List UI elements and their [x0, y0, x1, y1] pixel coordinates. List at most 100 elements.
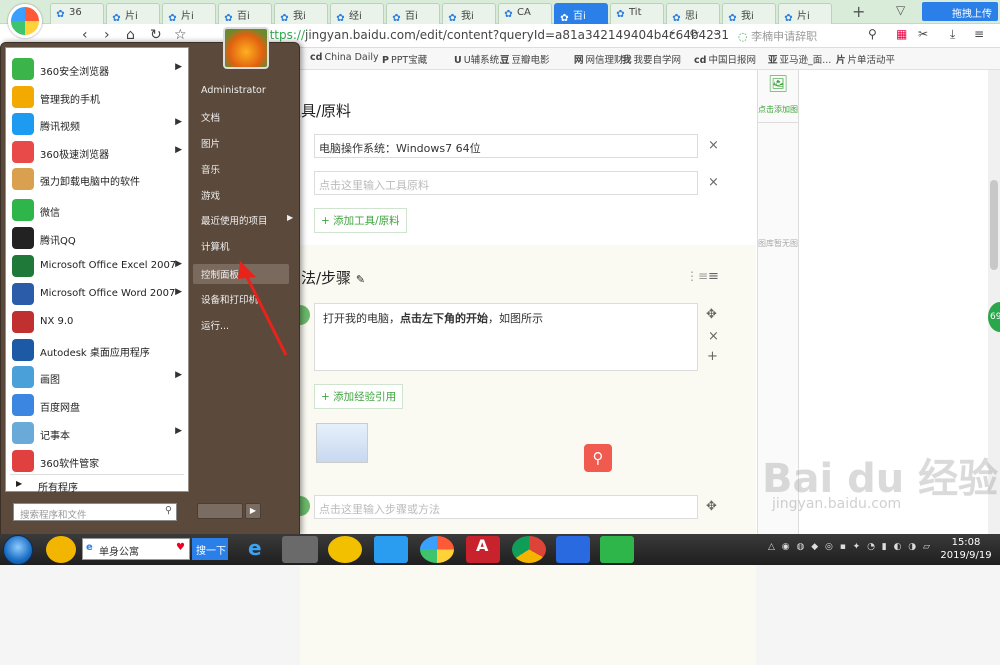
start-menu-item[interactable]: 腾讯QQ: [8, 225, 188, 252]
wechat-icon[interactable]: [600, 536, 634, 563]
tab-3[interactable]: ✿ 百i: [218, 3, 272, 24]
favorite-icon[interactable]: ☆: [174, 27, 187, 43]
tab-11[interactable]: ✿ 思i: [666, 3, 720, 24]
ordered-list-icon[interactable]: ⋮≡: [686, 269, 708, 283]
start-menu-item[interactable]: 百度网盘: [8, 392, 188, 419]
add-tool-button[interactable]: + 添加工具/原料: [314, 208, 407, 233]
step-field[interactable]: 打开我的电脑，点击左下角的开始，如图所示: [314, 303, 698, 371]
bookmark-item[interactable]: cd China Daily: [310, 52, 379, 63]
search-icon[interactable]: ⚲: [165, 505, 172, 516]
scissors-icon[interactable]: ✂: [918, 27, 928, 41]
tab-12[interactable]: ✿ 我i: [722, 3, 776, 24]
video-icon[interactable]: [374, 536, 408, 563]
start-menu-item[interactable]: 360安全浏览器 ▶: [8, 56, 188, 83]
ie-icon[interactable]: e: [240, 536, 272, 563]
forward-icon[interactable]: ›: [104, 27, 110, 43]
user-avatar[interactable]: [223, 27, 269, 69]
tab-7[interactable]: ✿ 我i: [442, 3, 496, 24]
music-icon[interactable]: [328, 536, 362, 563]
tab-5[interactable]: ✿ 经i: [330, 3, 384, 24]
bookmark-item[interactable]: P PPT宝藏: [382, 52, 427, 66]
add-image-label[interactable]: 点击添加图片: [758, 104, 798, 115]
add-image-icon[interactable]: 🖼: [758, 74, 798, 93]
start-place-item[interactable]: 音乐: [201, 162, 220, 176]
search-icon[interactable]: ⚲: [868, 27, 877, 41]
shutdown-options-icon[interactable]: ▶: [245, 503, 261, 519]
start-place-item[interactable]: 运行...: [201, 318, 229, 332]
tab-9[interactable]: ✿ 百i: [554, 3, 608, 24]
tab-10[interactable]: ✿ Tit: [610, 3, 664, 24]
browser-logo-icon[interactable]: [8, 4, 42, 38]
scrollbar-thumb[interactable]: [990, 180, 998, 270]
refresh-icon[interactable]: ↻: [150, 27, 162, 43]
unordered-list-icon[interactable]: ≡: [708, 269, 719, 284]
all-programs-button[interactable]: ▶ 所有程序: [8, 478, 188, 494]
step-input[interactable]: 点击这里输入步骤或方法: [314, 495, 698, 519]
taskbar-search-button[interactable]: 搜一下: [192, 538, 228, 560]
tab-2[interactable]: ✿ 片i: [162, 3, 216, 24]
tab-0[interactable]: ✿ 36: [50, 3, 104, 24]
search-input[interactable]: ◌ 李楠申请辞职: [738, 28, 817, 44]
start-menu-item[interactable]: 360软件管家: [8, 448, 188, 475]
start-menu-item[interactable]: Microsoft Office Excel 2007 ▶: [8, 253, 188, 280]
baidu-netdisk-icon[interactable]: [556, 536, 590, 563]
chrome-icon[interactable]: [512, 536, 546, 563]
start-menu-item[interactable]: 强力卸载电脑中的软件: [8, 166, 188, 193]
tab-1[interactable]: ✿ 片i: [106, 3, 160, 24]
bookmark-item[interactable]: 网网信理财: [574, 52, 624, 66]
remove-tool-icon-2[interactable]: ×: [708, 175, 719, 190]
tab-8[interactable]: ✿ CA: [498, 3, 552, 24]
start-menu-item[interactable]: Autodesk 桌面应用程序: [8, 337, 188, 364]
tool-field[interactable]: 电脑操作系统：Windows7 64位: [314, 134, 698, 158]
shutdown-button[interactable]: [197, 503, 243, 519]
taskbar-search-input[interactable]: e 单身公寓 ♥: [82, 538, 190, 560]
start-menu-item[interactable]: 记事本 ▶: [8, 420, 188, 447]
bookmark-item[interactable]: 我我要自学网: [622, 52, 681, 66]
upload-button[interactable]: 拖拽上传: [922, 2, 998, 21]
start-place-item[interactable]: 文档: [201, 110, 220, 124]
start-place-item[interactable]: 计算机: [201, 239, 230, 253]
download-icon[interactable]: ⤓: [950, 27, 955, 42]
move-step-icon-2[interactable]: ✥: [706, 499, 717, 514]
move-step-icon[interactable]: ✥: [706, 307, 717, 322]
add-reference-button[interactable]: + 添加经验引用: [314, 384, 404, 409]
start-menu-item[interactable]: 管理我的手机: [8, 84, 188, 111]
remove-step-icon[interactable]: ×: [708, 329, 719, 344]
tool-input[interactable]: 点击这里输入工具原料: [314, 171, 698, 195]
bookmark-item[interactable]: cd 中国日报网: [694, 52, 756, 66]
url-field[interactable]: https://jingyan.baidu.com/edit/content?q…: [262, 28, 729, 42]
start-menu-item[interactable]: 360极速浏览器 ▶: [8, 139, 188, 166]
new-tab-button[interactable]: +: [852, 2, 865, 21]
tab-13[interactable]: ✿ 片i: [778, 3, 832, 24]
back-icon[interactable]: ‹: [82, 27, 88, 43]
start-menu-item[interactable]: 画图 ▶: [8, 364, 188, 391]
shield-icon[interactable]: ▽: [896, 3, 905, 17]
autocad-icon[interactable]: A: [466, 536, 500, 563]
step-image-thumbnail[interactable]: [316, 423, 368, 463]
bookmark-item[interactable]: 片片单活动平: [836, 52, 895, 66]
start-place-item[interactable]: 游戏: [201, 188, 220, 202]
bookmark-item[interactable]: 豆豆瓣电影: [500, 52, 550, 66]
heart-icon[interactable]: ♥: [176, 542, 185, 553]
start-menu-item[interactable]: NX 9.0: [8, 309, 188, 336]
explorer-icon[interactable]: [282, 536, 318, 563]
add-step-icon[interactable]: +: [707, 349, 718, 364]
edit-pencil-icon[interactable]: ✎: [356, 273, 365, 286]
tab-6[interactable]: ✿ 百i: [386, 3, 440, 24]
home-icon[interactable]: ⌂: [126, 27, 135, 43]
dropdown-icon[interactable]: ⌄: [712, 27, 720, 38]
clock[interactable]: 15:08 2019/9/19: [936, 536, 996, 562]
start-menu-item[interactable]: 腾讯视频 ▶: [8, 111, 188, 138]
start-place-item[interactable]: Administrator: [201, 85, 266, 96]
lightning-icon[interactable]: ⚡: [668, 27, 676, 40]
floating-search-icon[interactable]: ⚲: [584, 444, 612, 472]
360-safe-icon[interactable]: [46, 536, 76, 563]
system-tray[interactable]: △ ◉ ◍ ◆ ◎ ▪ ✦ ◔ ▮ ◐ ◑ ▱: [768, 542, 932, 552]
apps-icon[interactable]: ▦: [896, 27, 907, 41]
refresh-small-icon[interactable]: ⟳: [690, 27, 699, 40]
start-search-input[interactable]: 搜索程序和文件 ⚲: [13, 503, 177, 521]
menu-icon[interactable]: ≡: [974, 27, 984, 41]
tab-4[interactable]: ✿ 我i: [274, 3, 328, 24]
start-place-item[interactable]: 图片: [201, 136, 220, 150]
remove-tool-icon[interactable]: ×: [708, 138, 719, 153]
